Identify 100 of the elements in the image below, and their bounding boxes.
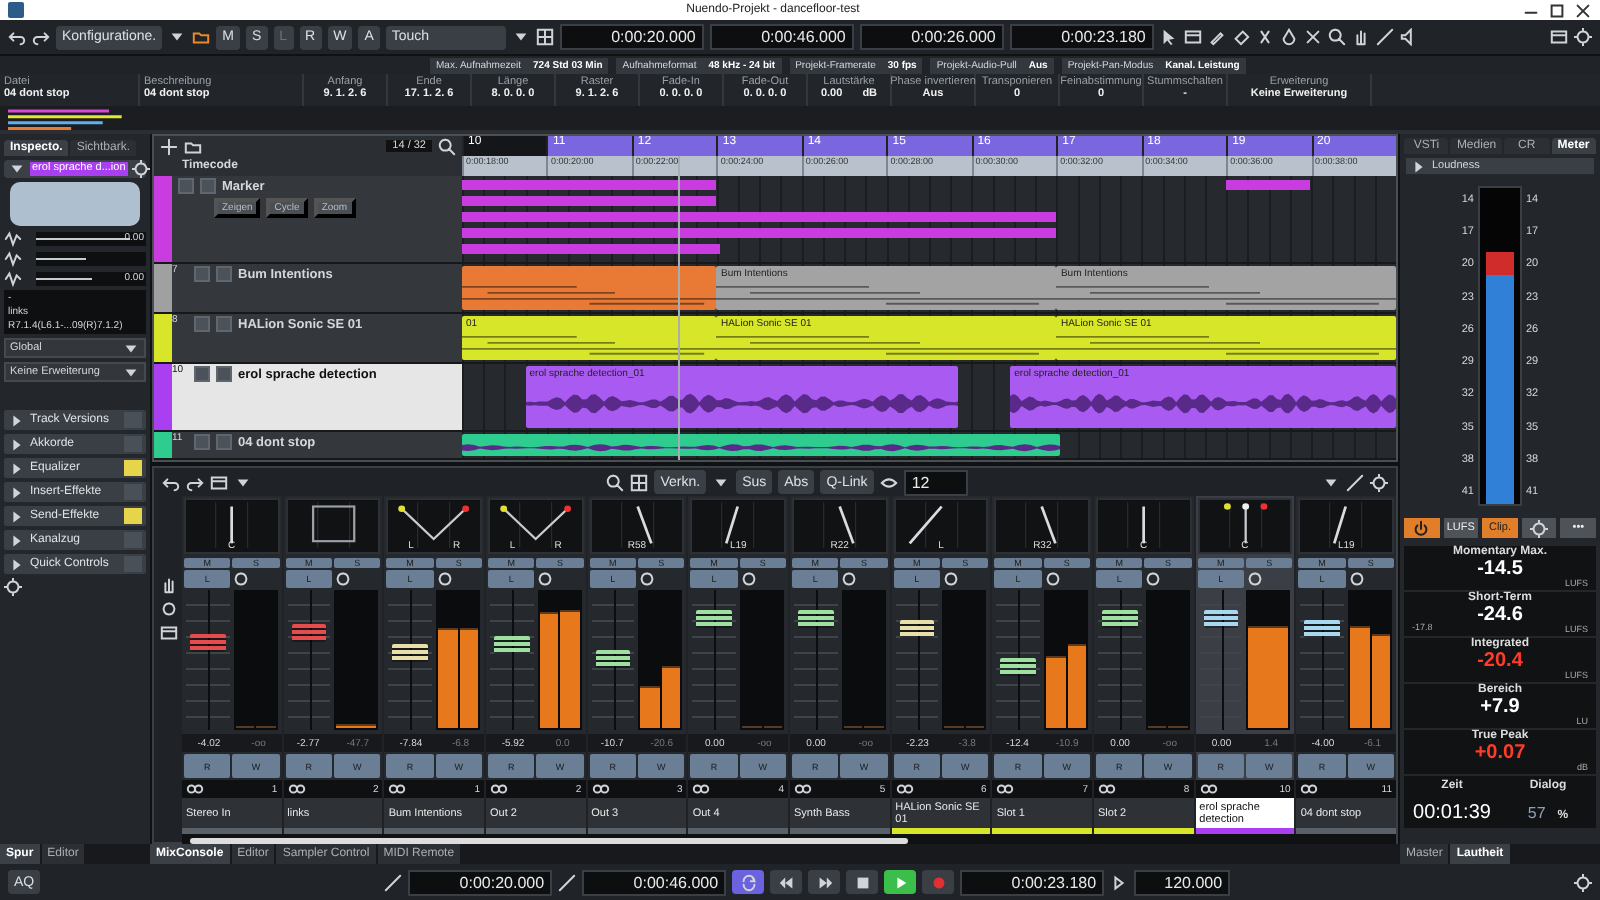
cycle-button[interactable] bbox=[732, 870, 765, 894]
position-display[interactable]: 0:00:23.180 bbox=[960, 869, 1105, 895]
folder-icon[interactable] bbox=[184, 137, 202, 155]
link-icon bbox=[490, 780, 508, 798]
play-button[interactable] bbox=[884, 870, 917, 894]
caret-icon[interactable] bbox=[1322, 473, 1341, 491]
link-icon bbox=[1098, 780, 1116, 798]
redo-icon[interactable] bbox=[186, 473, 204, 491]
mute-toggle[interactable] bbox=[194, 366, 210, 382]
rewind-button[interactable] bbox=[770, 870, 803, 894]
solo-toggle[interactable] bbox=[216, 366, 232, 382]
layout-icon[interactable] bbox=[1550, 28, 1568, 46]
add-icon[interactable] bbox=[160, 137, 178, 155]
pointer-icon[interactable] bbox=[1159, 28, 1178, 46]
mute-toggle[interactable] bbox=[194, 316, 210, 332]
fader-handle[interactable] bbox=[1203, 610, 1239, 629]
fader-handle[interactable] bbox=[494, 636, 530, 654]
stop-icon bbox=[853, 873, 872, 891]
rewind-icon bbox=[777, 873, 796, 891]
caret-icon[interactable] bbox=[712, 473, 731, 491]
eye-icon[interactable] bbox=[879, 473, 898, 491]
window-icon[interactable] bbox=[210, 473, 228, 491]
mute-toggle[interactable] bbox=[194, 266, 210, 282]
marker-range[interactable] bbox=[462, 244, 721, 254]
fader-handle[interactable] bbox=[696, 610, 733, 629]
time-value: 00:01:39 bbox=[1413, 801, 1491, 824]
link-icon bbox=[186, 780, 204, 798]
undo-icon[interactable] bbox=[162, 473, 180, 491]
fader-handle[interactable] bbox=[190, 633, 226, 652]
search-icon[interactable] bbox=[438, 137, 456, 155]
link-icon bbox=[996, 780, 1015, 798]
caret-icon[interactable] bbox=[168, 28, 187, 46]
cycle-icon bbox=[739, 873, 758, 891]
pencil-icon[interactable] bbox=[1207, 28, 1226, 46]
fader-handle[interactable] bbox=[798, 610, 834, 629]
redo-icon[interactable] bbox=[32, 28, 50, 46]
time-display[interactable]: 0:00:23.180 bbox=[1009, 24, 1154, 50]
caret-icon[interactable] bbox=[234, 473, 252, 491]
track-controls-panel[interactable] bbox=[10, 182, 140, 226]
tempo-field[interactable]: 120.000 bbox=[1134, 869, 1231, 895]
marker-range[interactable] bbox=[462, 212, 1056, 222]
link-icon bbox=[692, 780, 711, 798]
time-display[interactable]: 0:00:26.000 bbox=[859, 24, 1004, 50]
close-icon[interactable] bbox=[1574, 1, 1592, 19]
solo-toggle[interactable] bbox=[216, 434, 232, 450]
app-icon bbox=[8, 2, 24, 18]
settings-icon[interactable] bbox=[1574, 873, 1592, 891]
fader-handle[interactable] bbox=[392, 643, 429, 661]
solo-toggle[interactable] bbox=[200, 178, 216, 194]
maximize-icon[interactable] bbox=[1548, 1, 1566, 19]
scissors-icon[interactable] bbox=[1255, 28, 1274, 46]
fader-handle[interactable] bbox=[595, 650, 631, 668]
undo-icon[interactable] bbox=[8, 28, 26, 46]
faders-icon[interactable] bbox=[159, 576, 177, 594]
time-display[interactable]: 0:00:46.000 bbox=[709, 24, 854, 50]
left-locator-field[interactable]: 0:00:20.000 bbox=[408, 869, 553, 895]
settings-icon[interactable] bbox=[131, 160, 150, 178]
time-display[interactable]: 0:00:20.000 bbox=[559, 24, 704, 50]
settings-icon[interactable] bbox=[4, 578, 22, 596]
fader-handle[interactable] bbox=[1000, 657, 1037, 675]
audio-event[interactable] bbox=[462, 434, 1061, 456]
marker-range[interactable] bbox=[462, 196, 717, 206]
fader-handle[interactable] bbox=[899, 619, 935, 638]
solo-toggle[interactable] bbox=[216, 316, 232, 332]
forward-button[interactable] bbox=[808, 870, 841, 894]
fader-handle[interactable] bbox=[1304, 619, 1341, 638]
overview-drawing bbox=[8, 108, 128, 130]
gear-button[interactable] bbox=[1521, 518, 1557, 538]
settings-icon[interactable] bbox=[1574, 28, 1592, 46]
mute-toggle[interactable] bbox=[194, 434, 210, 450]
fader-handle[interactable] bbox=[1102, 610, 1138, 629]
channel-count-field[interactable]: 12 bbox=[903, 469, 968, 495]
fader-handle[interactable] bbox=[291, 624, 327, 643]
marker-range[interactable] bbox=[462, 228, 1056, 238]
right-locator-field[interactable]: 0:00:46.000 bbox=[582, 869, 727, 895]
line-icon[interactable] bbox=[1375, 28, 1394, 46]
zoom-icon[interactable] bbox=[1327, 28, 1346, 46]
link-icon bbox=[388, 780, 407, 798]
reading-value: -24.6 bbox=[1477, 604, 1523, 626]
playhead-line[interactable] bbox=[678, 156, 681, 460]
stop-button[interactable] bbox=[846, 870, 879, 894]
mute-toggle[interactable] bbox=[178, 178, 194, 194]
drop-icon[interactable] bbox=[1279, 28, 1298, 46]
caret-icon[interactable] bbox=[511, 28, 530, 46]
search-icon[interactable] bbox=[606, 473, 625, 491]
speaker-icon[interactable] bbox=[1399, 28, 1418, 46]
marker-range[interactable] bbox=[1226, 180, 1311, 190]
scrollbar-thumb[interactable] bbox=[190, 837, 909, 843]
caret-icon bbox=[8, 160, 26, 178]
grid-icon[interactable] bbox=[535, 28, 554, 46]
play-icon bbox=[891, 873, 910, 891]
settings-icon[interactable] bbox=[1370, 473, 1389, 491]
solo-toggle[interactable] bbox=[216, 266, 232, 282]
marker-range[interactable] bbox=[462, 180, 717, 190]
power-button[interactable] bbox=[1404, 518, 1440, 538]
slider-track[interactable] bbox=[36, 252, 146, 266]
cross-icon[interactable] bbox=[1303, 28, 1322, 46]
grid-icon[interactable] bbox=[630, 473, 649, 491]
reading-value: -14.5 bbox=[1477, 558, 1523, 580]
record-button[interactable] bbox=[922, 870, 955, 894]
